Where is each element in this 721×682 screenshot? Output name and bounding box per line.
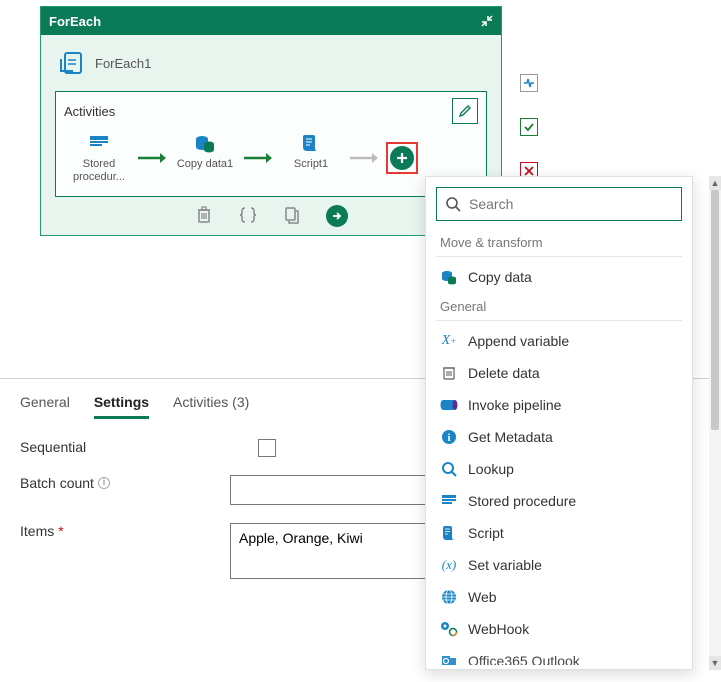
dd-item-label: Invoke pipeline xyxy=(468,397,561,413)
pipeline-icon xyxy=(440,396,458,414)
info-icon[interactable]: i xyxy=(98,477,110,489)
dd-item-label: Lookup xyxy=(468,461,514,477)
delete-button[interactable] xyxy=(194,205,214,225)
batch-count-text: Batch count xyxy=(20,475,94,491)
activity-label: Copy data1 xyxy=(177,158,233,184)
dd-item-label: WebHook xyxy=(468,621,529,637)
foreach-instance-label: ForEach1 xyxy=(95,56,151,71)
dd-item-label: Get Metadata xyxy=(468,429,553,445)
activity-node-script[interactable]: Script1 xyxy=(276,132,346,184)
batch-count-label: Batch count i xyxy=(20,475,230,491)
webhook-icon xyxy=(440,620,458,638)
activity-node-stored-procedure[interactable]: Stored procedur... xyxy=(64,132,134,184)
side-status-icons xyxy=(520,74,538,180)
collapse-icon[interactable] xyxy=(481,15,493,27)
dropdown-scrollbar[interactable]: ▲ ▼ xyxy=(709,176,721,670)
append-variable-icon: X+ xyxy=(440,332,458,350)
items-text: Items xyxy=(20,523,54,539)
tab-settings[interactable]: Settings xyxy=(94,394,149,419)
search-box[interactable] xyxy=(436,187,682,221)
dd-section-move-transform: Move & transform xyxy=(426,229,692,252)
card-toolbar xyxy=(55,205,487,227)
dd-item-script[interactable]: Script xyxy=(426,517,692,549)
dd-item-web[interactable]: Web xyxy=(426,581,692,613)
dd-item-set-variable[interactable]: (x) Set variable xyxy=(426,549,692,581)
foreach-instance-row[interactable]: ForEach1 xyxy=(57,49,487,77)
lookup-icon xyxy=(440,460,458,478)
add-activity-highlight xyxy=(386,142,418,174)
dd-item-webhook[interactable]: WebHook xyxy=(426,613,692,645)
dd-item-label: Stored procedure xyxy=(468,493,576,509)
copy-data-icon xyxy=(194,132,216,154)
edit-activities-button[interactable] xyxy=(452,98,478,124)
trash-icon xyxy=(440,364,458,382)
dd-item-get-metadata[interactable]: i Get Metadata xyxy=(426,421,692,453)
dd-item-label: Script xyxy=(468,525,504,541)
side-check-icon[interactable] xyxy=(520,118,538,136)
activity-picker-dropdown: Move & transform Copy data General X+ Ap… xyxy=(425,176,693,670)
dd-item-append-variable[interactable]: X+ Append variable xyxy=(426,325,692,357)
foreach-icon xyxy=(57,49,85,77)
side-activity-icon[interactable] xyxy=(520,74,538,92)
script-icon xyxy=(301,132,321,154)
dd-item-office365-outlook[interactable]: Office365 Outlook xyxy=(426,645,692,665)
activity-flow: Stored procedur... Copy data1 xyxy=(64,132,478,184)
scroll-thumb[interactable] xyxy=(711,190,719,430)
dd-item-label: Set variable xyxy=(468,557,542,573)
scroll-up-icon[interactable]: ▲ xyxy=(709,176,721,190)
add-activity-button[interactable] xyxy=(390,146,414,170)
arrow-icon xyxy=(350,147,378,169)
tab-activities[interactable]: Activities (3) xyxy=(173,394,249,419)
search-input[interactable] xyxy=(469,196,673,212)
script-icon xyxy=(440,524,458,542)
activities-container: Activities Stored procedur... xyxy=(55,91,487,197)
activities-title: Activities xyxy=(64,104,115,119)
arrow-icon xyxy=(244,147,272,169)
dd-item-invoke-pipeline[interactable]: Invoke pipeline xyxy=(426,389,692,421)
activity-label: Stored procedur... xyxy=(64,158,134,184)
arrow-icon xyxy=(138,147,166,169)
dd-item-label: Append variable xyxy=(468,333,569,349)
activity-node-copy-data[interactable]: Copy data1 xyxy=(170,132,240,184)
sequential-label: Sequential xyxy=(20,439,230,455)
dd-item-label: Delete data xyxy=(468,365,540,381)
sequential-checkbox[interactable] xyxy=(258,439,276,457)
copy-button[interactable] xyxy=(282,205,302,225)
dd-section-general: General xyxy=(426,293,692,316)
outlook-icon xyxy=(440,652,458,665)
stored-procedure-icon xyxy=(440,492,458,510)
dd-item-label: Office365 Outlook xyxy=(468,653,580,665)
dd-item-copy-data[interactable]: Copy data xyxy=(426,261,692,293)
tab-general[interactable]: General xyxy=(20,394,70,419)
dd-item-stored-procedure[interactable]: Stored procedure xyxy=(426,485,692,517)
card-title: ForEach xyxy=(49,14,101,29)
set-variable-icon: (x) xyxy=(440,556,458,574)
dd-item-delete-data[interactable]: Delete data xyxy=(426,357,692,389)
code-braces-button[interactable] xyxy=(238,205,258,225)
dd-item-label: Copy data xyxy=(468,269,532,285)
dd-item-lookup[interactable]: Lookup xyxy=(426,453,692,485)
activity-label: Script1 xyxy=(294,158,328,184)
info-circle-icon: i xyxy=(440,428,458,446)
svg-text:i: i xyxy=(447,432,450,444)
items-label: Items * xyxy=(20,523,230,539)
scroll-down-icon[interactable]: ▼ xyxy=(709,656,721,670)
stored-procedure-icon xyxy=(88,132,110,154)
globe-icon xyxy=(440,588,458,606)
search-icon xyxy=(445,196,461,212)
dd-item-label: Web xyxy=(468,589,497,605)
required-icon: * xyxy=(58,523,63,539)
copy-data-icon xyxy=(440,268,458,286)
card-titlebar: ForEach xyxy=(41,7,501,35)
run-button[interactable] xyxy=(326,205,348,227)
